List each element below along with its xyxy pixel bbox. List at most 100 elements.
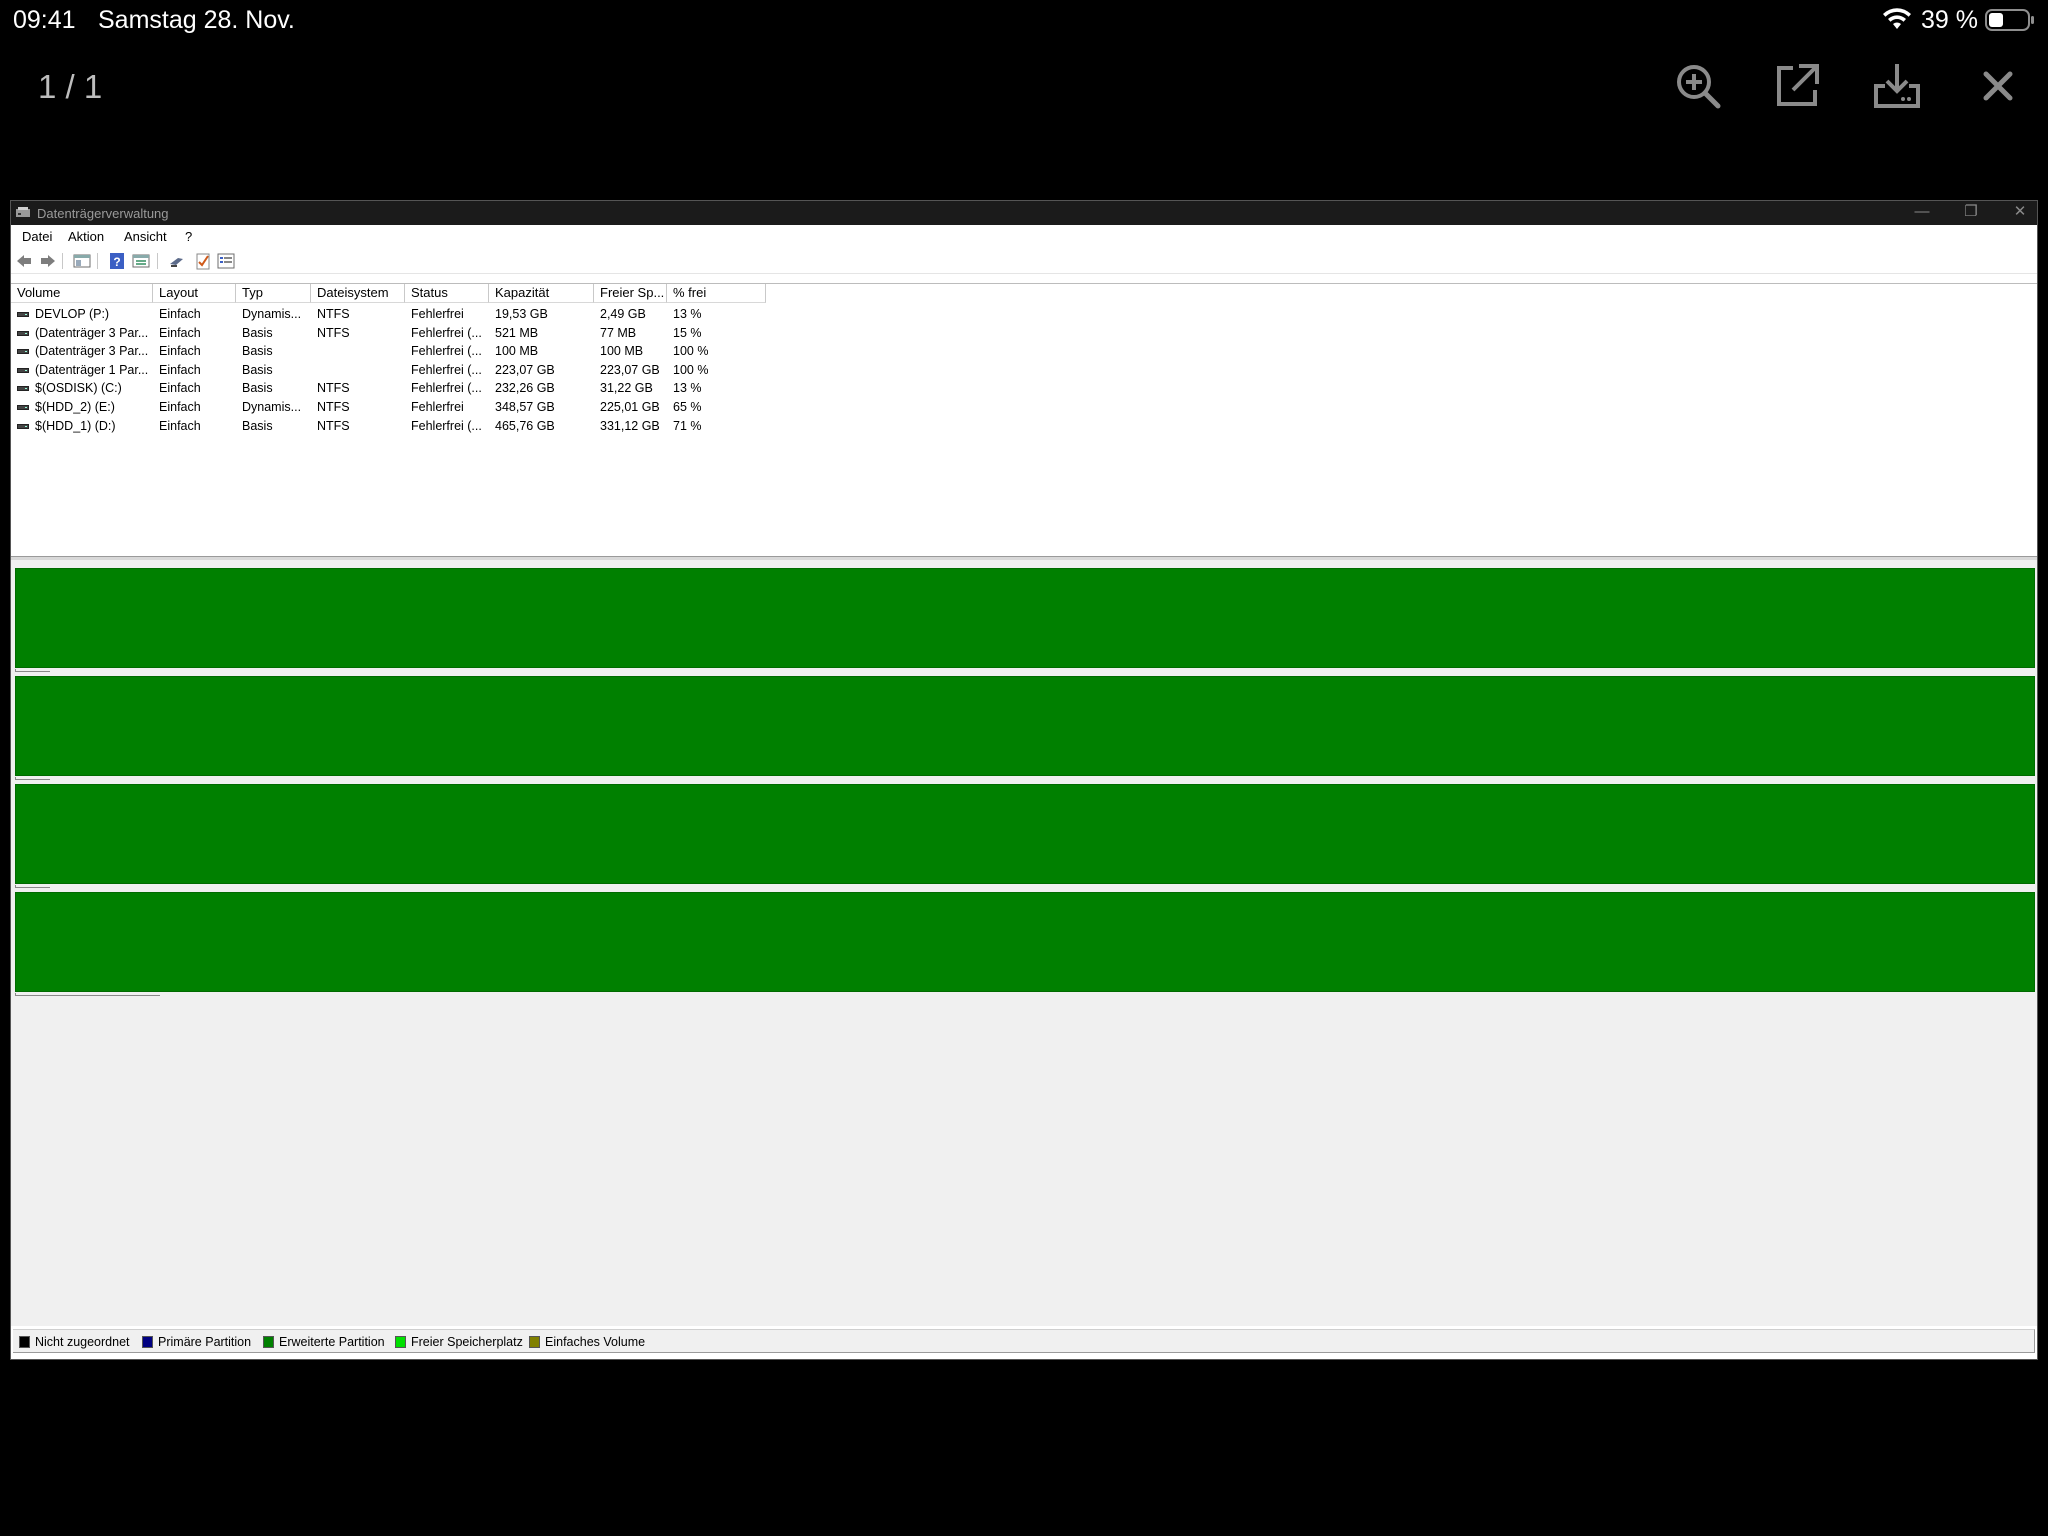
window-titlebar: Datenträgerverwaltung — ❐ ✕ [11, 201, 2037, 225]
legend-label: Nicht zugeordnet [35, 1335, 130, 1349]
cell-volume: $(OSDISK) (C:) [35, 381, 122, 396]
cell-volume: (Datenträger 3 Par... [35, 325, 149, 340]
cell-kapazitaet: 232,26 GB [495, 381, 555, 396]
cell-status: Fehlerfrei (... [411, 418, 482, 433]
cell-volume: (Datenträger 3 Par... [35, 344, 149, 359]
partition-legend: Nicht zugeordnet Primäre Partition Erwei… [13, 1329, 2035, 1353]
svg-text:?: ? [113, 255, 120, 269]
cell-dateisystem: NTFS [317, 381, 350, 396]
cell-kapazitaet: 521 MB [495, 325, 539, 340]
restore-button[interactable]: ❐ [1948, 201, 1994, 225]
column-header-kapazitaet[interactable]: Kapazität [489, 284, 594, 303]
cell-prozent-frei: 13 % [673, 381, 702, 396]
disk-label-tab [15, 993, 160, 996]
status-time: 09:41 [13, 6, 76, 34]
table-row[interactable]: $(HDD_2) (E:) Einfach Dynamis... NTFS Fehler… [11, 399, 1011, 417]
download-icon[interactable] [1871, 60, 1923, 112]
cell-typ: Basis [242, 344, 273, 359]
cell-layout: Einfach [159, 307, 201, 321]
column-header-prozent-frei[interactable]: % frei [667, 284, 766, 303]
cell-freier-speicher: 223,07 GB [600, 362, 660, 377]
menu-ansicht[interactable]: Ansicht [124, 229, 167, 244]
disk-block-4[interactable] [15, 892, 2035, 992]
column-header-dateisystem[interactable]: Dateisystem [311, 284, 405, 303]
cell-typ: Dynamis... [242, 400, 302, 414]
column-header-freier-speicher[interactable]: Freier Sp... [594, 284, 667, 303]
disk-block-1[interactable] [15, 568, 2035, 668]
cell-layout: Einfach [159, 418, 201, 433]
back-arrow-icon[interactable] [15, 252, 33, 270]
checklist-icon[interactable] [194, 252, 212, 270]
cell-freier-speicher: 225,01 GB [600, 400, 660, 414]
legend-label: Einfaches Volume [545, 1335, 646, 1349]
battery-percent: 39 % [1921, 6, 1978, 34]
table-row[interactable]: $(OSDISK) (C:) Einfach Basis NTFS Fehlerfrei… [11, 380, 1011, 398]
table-row[interactable]: $(HDD_1) (D:) Einfach Basis NTFS Fehlerfrei … [11, 418, 1011, 436]
list-view-icon[interactable] [217, 252, 235, 270]
cell-kapazitaet: 100 MB [495, 344, 539, 359]
column-header-volume[interactable]: Volume [11, 284, 153, 303]
cell-freier-speicher: 77 MB [600, 325, 637, 340]
wifi-icon [1881, 7, 1913, 31]
cell-prozent-frei: 100 % [673, 344, 709, 359]
disk-label-tab [15, 669, 50, 672]
zoom-in-icon[interactable] [1672, 60, 1724, 112]
disk-block-2[interactable] [15, 676, 2035, 776]
table-row[interactable]: DEVLOP (P:) Einfach Dynamis... NTFS Fehlerfr… [11, 306, 1011, 324]
cell-layout: Einfach [159, 362, 201, 377]
viewer-toolbar: 1 / 1 [0, 40, 2048, 130]
legend-label: Freier Speicherplatz [411, 1335, 523, 1349]
cell-volume: $(HDD_1) (D:) [35, 418, 116, 433]
cell-layout: Einfach [159, 381, 201, 396]
cell-status: Fehlerfrei (... [411, 362, 482, 377]
volume-list: Volume Layout Typ Dateisystem Status Kap… [11, 283, 2037, 556]
cell-kapazitaet: 223,07 GB [495, 362, 555, 377]
menu-aktion[interactable]: Aktion [68, 229, 104, 244]
properties-icon[interactable] [132, 252, 150, 270]
drive-icon [17, 312, 29, 317]
connect-icon[interactable] [168, 252, 186, 270]
cell-status: Fehlerfrei (... [411, 381, 482, 396]
drive-icon [17, 330, 29, 336]
drive-icon [17, 405, 29, 410]
table-row[interactable]: (Datenträger 1 Par... Einfach Basis Fehlerf… [11, 362, 1011, 380]
cell-prozent-frei: 15 % [673, 325, 702, 340]
drive-icon [17, 423, 29, 429]
cell-layout: Einfach [159, 325, 201, 340]
drive-icon [17, 386, 29, 392]
legend-einfaches-volume: Einfaches Volume [529, 1335, 645, 1349]
column-header-status[interactable]: Status [405, 284, 489, 303]
cell-dateisystem: NTFS [317, 418, 350, 433]
cell-prozent-frei: 100 % [673, 362, 709, 377]
cell-freier-speicher: 100 MB [600, 344, 644, 359]
legend-swatch [395, 1336, 406, 1348]
disk-graphical-view [11, 560, 2037, 1326]
column-header-layout[interactable]: Layout [153, 284, 236, 303]
help-icon[interactable]: ? [108, 252, 126, 270]
close-icon[interactable] [1972, 60, 2024, 112]
minimize-button[interactable]: — [1899, 201, 1945, 225]
legend-swatch [19, 1336, 30, 1348]
table-row[interactable]: (Datenträger 3 Par... Einfach Basis NTFS Feh… [11, 325, 1011, 343]
cell-kapazitaet: 348,57 GB [495, 400, 555, 414]
cell-status: Fehlerfrei [411, 400, 464, 414]
window-close-button[interactable]: ✕ [1997, 201, 2043, 225]
ios-status-bar: 09:41 Samstag 28. Nov. 39 % [0, 0, 2048, 40]
disk-management-window: Datenträgerverwaltung — ❐ ✕ Datei Aktion… [10, 200, 2038, 1360]
menu-datei[interactable]: Datei [22, 229, 52, 244]
legend-label: Primäre Partition [158, 1335, 252, 1349]
table-row[interactable]: (Datenträger 3 Par... Einfach Basis Fehlerf… [11, 343, 1011, 361]
cell-volume: $(HDD_2) (E:) [35, 400, 115, 414]
battery-icon [1985, 8, 2035, 32]
legend-label: Erweiterte Partition [279, 1335, 385, 1349]
cell-freier-speicher: 2,49 GB [600, 307, 646, 321]
show-hide-console-icon[interactable] [73, 252, 91, 270]
forward-arrow-icon[interactable] [39, 252, 57, 270]
cell-layout: Einfach [159, 344, 201, 359]
cell-layout: Einfach [159, 400, 201, 414]
column-header-typ[interactable]: Typ [236, 284, 311, 303]
cell-kapazitaet: 465,76 GB [495, 418, 555, 433]
disk-block-3[interactable] [15, 784, 2035, 884]
open-external-icon[interactable] [1771, 60, 1823, 112]
menu-help[interactable]: ? [185, 229, 192, 244]
